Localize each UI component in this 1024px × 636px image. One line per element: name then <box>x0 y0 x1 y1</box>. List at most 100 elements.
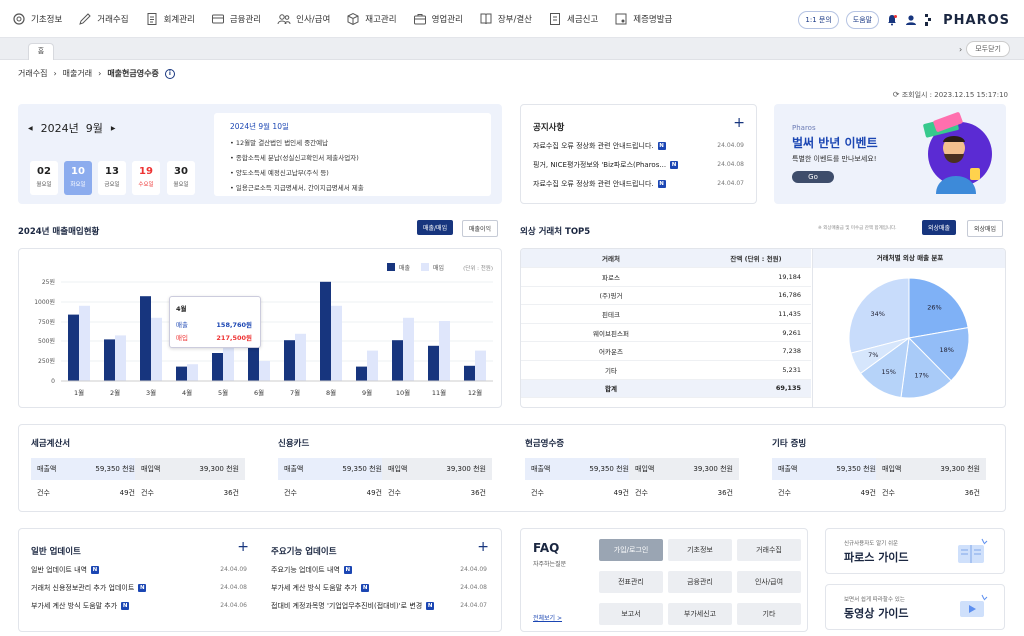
bar-sales[interactable] <box>140 296 151 381</box>
bar-purchase[interactable] <box>259 361 270 381</box>
event-banner[interactable]: Pharos 벌써 반년 이벤트 특별한 이벤트를 만나보세요! Go <box>774 104 1006 204</box>
faq-category-button[interactable]: 부가세신고 <box>668 603 732 625</box>
calendar-day[interactable]: 19 수요일 <box>132 161 160 195</box>
y-tick-label: 500원 <box>38 337 55 345</box>
bar-purchase[interactable] <box>475 350 486 381</box>
bar-purchase[interactable] <box>403 317 414 381</box>
nav-item-2[interactable]: 회계관리 <box>137 0 203 38</box>
refresh-icon[interactable]: ⟳ <box>893 90 900 99</box>
faq-category-button[interactable]: 인사/급여 <box>737 571 801 593</box>
receivable-sales-button[interactable]: 외상매출 <box>922 220 957 235</box>
bell-icon[interactable] <box>886 14 898 26</box>
bar-purchase[interactable] <box>115 335 126 381</box>
calendar-day[interactable]: 10 화요일 <box>64 161 92 195</box>
add-update-icon[interactable]: + <box>237 539 249 555</box>
update-item[interactable]: 일반 업데이트 내역 N <box>31 565 99 575</box>
bar-purchase[interactable] <box>151 317 162 381</box>
help-button[interactable]: 도움말 <box>845 11 880 29</box>
update-item[interactable]: 접대비 계정과목명 '기업업무추진비(접대비)'로 변경 N <box>271 601 435 611</box>
calendar-day[interactable]: 02 월요일 <box>30 161 58 195</box>
guide-title: 파로스 가이드 <box>844 551 909 564</box>
add-update-icon[interactable]: + <box>477 539 489 555</box>
table-row[interactable]: 웨이브핀스퍼 9,261 <box>521 323 811 343</box>
update-item[interactable]: 부가세 계산 방식 도움말 추가 N <box>31 601 130 611</box>
bar-purchase[interactable] <box>295 333 306 381</box>
table-row[interactable]: 파로스 19,184 <box>521 267 811 287</box>
chevron-right-icon[interactable]: › <box>959 45 962 54</box>
partner-name: 어카운즈 <box>521 341 701 362</box>
faq-category-button[interactable]: 기초정보 <box>668 539 732 561</box>
faq-more-link[interactable]: 전체보기 > <box>533 613 562 622</box>
notice-title: 공지사항 <box>533 123 565 133</box>
prev-month-icon[interactable]: ◀ <box>28 125 33 132</box>
event-list: • 12월말 결산법인 법인세 중간예납 • 종합소득세 분납(성실신고확인서 제… <box>230 137 364 197</box>
bar-sales[interactable] <box>104 339 115 381</box>
close-all-tabs-button[interactable]: 모두닫기 <box>966 41 1010 57</box>
bar-sales[interactable] <box>464 365 475 381</box>
notice-item[interactable]: 자료수집 오류 정상화 관련 안내드립니다. N <box>533 141 733 151</box>
calendar-day[interactable]: 13 금요일 <box>98 161 126 195</box>
banner-go-button[interactable]: Go <box>792 171 834 183</box>
bar-purchase[interactable] <box>79 305 90 381</box>
update-item[interactable]: 부가세 계산 방식 도움말 추가 N <box>271 583 370 593</box>
event-text: 12월말 결산법인 법인세 중간예납 <box>235 139 329 147</box>
nav-item-8[interactable]: 세금신고 <box>540 0 606 38</box>
faq-category-button[interactable]: 거래수집 <box>737 539 801 561</box>
video-guide-card[interactable]: 보면서 쉽게 따라할수 있는 동영상 가이드 <box>825 584 1005 630</box>
card-icon <box>211 12 225 26</box>
nav-item-9[interactable]: 제증명발급 <box>606 0 680 38</box>
calendar-day[interactable]: 30 월요일 <box>167 161 195 195</box>
bar-sales[interactable] <box>284 340 295 381</box>
purchase-count-row: 건수 36건 <box>382 488 492 498</box>
purchase-count: 36건 <box>223 489 239 497</box>
table-row[interactable]: (주)핑거 16,786 <box>521 286 811 306</box>
table-row[interactable]: 어카운즈 7,238 <box>521 341 811 362</box>
table-row[interactable]: 기타 5,231 <box>521 360 811 380</box>
pharos-logo[interactable]: PHAROS <box>943 13 1010 28</box>
faq-category-button[interactable]: 전표관리 <box>599 571 663 593</box>
gear-icon <box>12 12 26 26</box>
box-icon <box>346 12 360 26</box>
breadcrumb-item[interactable]: 거래수집 <box>18 68 47 79</box>
update-item[interactable]: 거래처 신용정보관리 추가 업데이트 N <box>31 583 147 593</box>
bar-purchase[interactable] <box>187 364 198 381</box>
next-month-icon[interactable]: ▶ <box>111 125 116 132</box>
bar-purchase[interactable] <box>331 305 342 381</box>
bar-purchase[interactable] <box>367 350 378 381</box>
bar-sales[interactable] <box>320 281 331 381</box>
receivable-purchase-button[interactable]: 외상매입 <box>967 220 1004 237</box>
tab-home[interactable]: 홈 <box>28 43 54 60</box>
faq-category-button[interactable]: 금융관리 <box>668 571 732 593</box>
nav-item-6[interactable]: 영업관리 <box>405 0 471 38</box>
new-badge-icon: N <box>670 161 679 169</box>
table-row[interactable]: 핀테크 11,435 <box>521 304 811 324</box>
faq-category-button[interactable]: 보고서 <box>599 603 663 625</box>
bar-sales[interactable] <box>212 353 223 381</box>
bar-purchase[interactable] <box>439 321 450 381</box>
nav-item-4[interactable]: 인사/급여 <box>269 0 338 38</box>
notice-item[interactable]: 핑거, NICE평가정보와 'Biz파로스(Pharos... N <box>533 160 733 170</box>
bar-sales[interactable] <box>176 366 187 381</box>
nav-item-5[interactable]: 재고관리 <box>338 0 404 38</box>
bar-sales[interactable] <box>428 345 439 381</box>
nav-item-0[interactable]: 기초정보 <box>4 0 70 38</box>
faq-category-button[interactable]: 가입/로그인 <box>599 539 663 561</box>
bar-sales[interactable] <box>392 340 403 381</box>
breadcrumb-item[interactable]: 매출거래 <box>63 68 92 79</box>
bar-sales[interactable] <box>356 366 367 381</box>
nav-item-1[interactable]: 거래수집 <box>70 0 136 38</box>
sales-purchase-button[interactable]: 매출/매입 <box>417 220 454 235</box>
faq-category-button[interactable]: 기타 <box>737 603 801 625</box>
tooltip-purchase-value: 217,500원 <box>216 334 252 342</box>
bar-sales[interactable] <box>68 314 79 381</box>
nav-item-3[interactable]: 금융관리 <box>203 0 269 38</box>
pharos-guide-card[interactable]: 신규사용자도 알기 쉬운 파로스 가이드 <box>825 528 1005 574</box>
inquiry-button[interactable]: 1:1 문의 <box>798 11 839 29</box>
user-icon[interactable] <box>905 14 917 26</box>
sales-profit-button[interactable]: 매출이익 <box>462 220 499 237</box>
info-icon[interactable]: i <box>164 68 175 79</box>
nav-item-7[interactable]: 장부/결산 <box>471 0 540 38</box>
add-notice-icon[interactable]: + <box>733 115 745 131</box>
update-item[interactable]: 주요기능 업데이트 내역 N <box>271 565 352 575</box>
notice-item[interactable]: 자료수집 오류 정상화 관련 안내드립니다. N <box>533 179 733 189</box>
